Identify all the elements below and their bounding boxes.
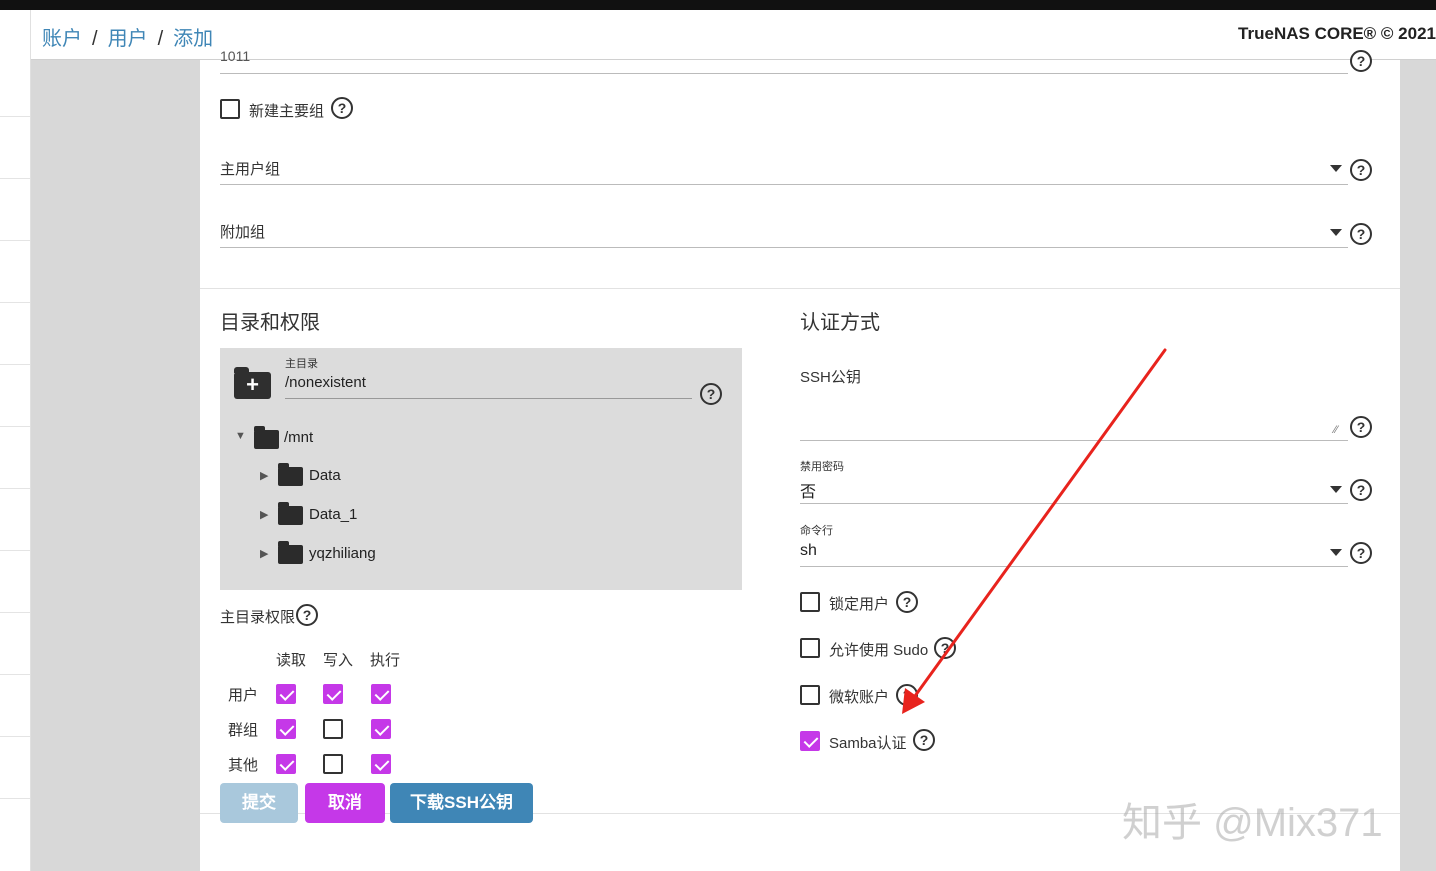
annotation-arrow bbox=[902, 348, 1167, 714]
watermark-text: 知乎 @Mix371 bbox=[1122, 801, 1383, 845]
